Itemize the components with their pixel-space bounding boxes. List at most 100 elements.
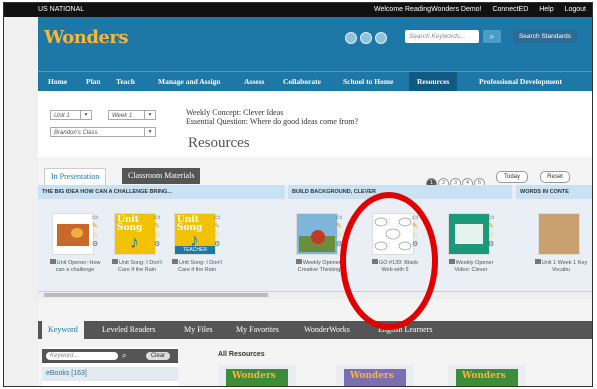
result-logo: Wonders (232, 371, 276, 381)
result-thumbnail: Wonders (344, 369, 406, 386)
card-label: Unit Song: I Don't Care if the Rain (110, 259, 164, 274)
reset-button[interactable]: Reset (540, 171, 570, 183)
logout-link[interactable]: Logout (565, 6, 586, 13)
week-select[interactable]: Week 1 ▼ (108, 110, 156, 120)
search-standards-button[interactable]: Search Standards (513, 30, 577, 43)
resource-card[interactable]: ▭ ✎ ☆ ⚙ Weekly Opener Video: Clever (444, 213, 495, 289)
nav-professional-development[interactable]: Professional Development (479, 72, 562, 92)
card-tools: ▭ ✎ ☆ ⚙ (214, 213, 224, 257)
settings-icon[interactable]: ⚙ (154, 240, 164, 249)
highlight-circle (340, 192, 438, 330)
main-nav: Home Plan Teach Manage and Assign Assess… (38, 71, 592, 92)
present-icon[interactable]: ▭ (154, 213, 164, 222)
edit-icon[interactable]: ✎ (488, 222, 498, 231)
main-content: Unit 1 ▼ Week 1 ▼ Brandon's Class ▼ Weekly … (38, 91, 592, 386)
header: Wonders Search Keywords... ⌕ Search Stan… (38, 17, 592, 71)
nav-plan[interactable]: Plan (86, 72, 101, 92)
resource-card[interactable]: ▭ ✎ ☆ ⚙ Weekly Opener: Creative Thinking (292, 213, 343, 289)
calendar-icon[interactable] (360, 32, 372, 44)
help-link[interactable]: Help (539, 6, 553, 13)
card-label: Weekly Opener: Creative Thinking (295, 259, 343, 273)
edit-icon[interactable]: ✎ (92, 222, 102, 231)
nav-manage-assign[interactable]: Manage and Assign (158, 72, 221, 92)
keyword-input[interactable]: Keyword... (46, 352, 118, 360)
tab-classroom-materials[interactable]: Classroom Materials (122, 168, 201, 184)
nav-school-to-home[interactable]: School to Home (343, 72, 393, 92)
present-icon[interactable]: ▭ (92, 213, 102, 222)
essential-question: Essential Question: Where do good ideas … (186, 117, 359, 126)
resource-result[interactable]: Wonders (218, 365, 296, 386)
teacher-badge: TEACHER (175, 246, 215, 254)
present-icon[interactable]: ▭ (488, 213, 498, 222)
messages-icon[interactable] (345, 32, 357, 44)
chevron-down-icon: ▼ (80, 111, 91, 119)
section-big-idea: THE BIG IDEA HOW CAN A CHALLENGE BRING..… (38, 185, 285, 199)
favorite-icon[interactable]: ☆ (214, 231, 224, 240)
app-frame: US NATIONAL Welcome ReadingWonders Demo!… (3, 2, 593, 387)
presentation-tabs: In Presentation Classroom Materials 1234… (38, 168, 592, 189)
card-tools: ▭ ✎ ☆ ⚙ (488, 213, 498, 257)
week-select-value: Week 1 (112, 113, 133, 119)
keyword-panel: Keyword... ⌕ Clear eBooks [163] (42, 347, 178, 386)
resource-card[interactable]: Unit 1 Week 1 Key Vocabu (534, 213, 587, 289)
tab-my-files[interactable]: My Files (178, 321, 219, 339)
all-resources-heading: All Resources (218, 351, 265, 358)
card-thumbnail: Unit Song ♪ TEACHER (174, 213, 216, 255)
search-icon: ⌕ (489, 31, 495, 41)
clear-button[interactable]: Clear (146, 352, 170, 360)
resource-card[interactable]: ▭ ✎ ☆ ⚙ Unit Opener: How can a challenge (48, 213, 100, 289)
search-input[interactable]: Search Keywords... (405, 30, 479, 43)
card-thumbnail (448, 213, 490, 255)
favorite-icon[interactable]: ☆ (154, 231, 164, 240)
scrollbar-thumb[interactable] (44, 293, 268, 297)
settings-icon[interactable]: ⚙ (488, 240, 498, 249)
present-icon[interactable]: ▭ (214, 213, 224, 222)
search-icon[interactable]: ⌕ (122, 351, 126, 361)
tab-wonderworks[interactable]: WonderWorks (298, 321, 356, 339)
unit-select-value: Unit 1 (54, 113, 70, 119)
card-thumbnail (52, 213, 94, 255)
settings-icon[interactable]: ⚙ (214, 240, 224, 249)
favorite-icon[interactable]: ☆ (92, 231, 102, 240)
card-thumbnail (296, 213, 338, 255)
search-button[interactable]: ⌕ (483, 30, 501, 43)
favorite-icon[interactable]: ☆ (488, 231, 498, 240)
page-title: Resources (188, 135, 250, 151)
resource-result[interactable]: Wonders (448, 365, 526, 386)
card-tools: ▭ ✎ ☆ ⚙ (92, 213, 102, 257)
resource-result[interactable]: Wonders (336, 365, 414, 386)
keyword-placeholder: Keyword... (50, 353, 79, 359)
weekly-concept: Weekly Concept: Clever Ideas (186, 108, 284, 117)
resource-card[interactable]: Unit Song ♪ ▭ ✎ ☆ ⚙ Unit Song: I Don't Care… (110, 213, 162, 289)
nav-resources[interactable]: Resources (409, 72, 458, 92)
tab-my-favorites[interactable]: My Favorites (230, 321, 285, 339)
card-tools: ▭ ✎ ☆ ⚙ (154, 213, 164, 257)
unit-select[interactable]: Unit 1 ▼ (50, 110, 92, 120)
class-select[interactable]: Brandon's Class ▼ (50, 127, 156, 137)
chevron-down-icon: ▼ (144, 128, 155, 136)
edit-icon[interactable]: ✎ (154, 222, 164, 231)
connected-link[interactable]: ConnectED (492, 6, 528, 13)
nav-assess[interactable]: Assess (244, 72, 264, 92)
edit-icon[interactable]: ✎ (214, 222, 224, 231)
settings-icon[interactable]: ⚙ (92, 240, 102, 249)
ebooks-filter[interactable]: eBooks [163] (42, 367, 178, 381)
profile-icon[interactable] (375, 32, 387, 44)
region-label: US NATIONAL (38, 6, 85, 13)
nav-collaborate[interactable]: Collaborate (283, 72, 321, 92)
result-thumbnail: Wonders (456, 369, 518, 386)
wonders-logo[interactable]: Wonders (44, 27, 129, 48)
nav-home[interactable]: Home (48, 72, 67, 92)
card-label: Weekly Opener Video: Clever (444, 259, 498, 274)
today-button[interactable]: Today (496, 171, 528, 183)
carousel-scrollbar[interactable] (38, 291, 592, 299)
present-icon[interactable]: ▭ (336, 213, 346, 222)
nav-teach[interactable]: Teach (116, 72, 135, 92)
result-logo: Wonders (350, 371, 394, 381)
tab-keyword[interactable]: Keyword (42, 321, 84, 339)
welcome-text: Welcome ReadingWonders Demo! (374, 6, 482, 13)
tab-in-presentation[interactable]: In Presentation (44, 168, 107, 185)
resource-card[interactable]: Unit Song ♪ TEACHER ▭ ✎ ☆ ⚙ Unit Song: I Do… (170, 213, 222, 289)
tab-leveled-readers[interactable]: Leveled Readers (96, 321, 162, 339)
result-thumbnail: Wonders (226, 369, 288, 386)
